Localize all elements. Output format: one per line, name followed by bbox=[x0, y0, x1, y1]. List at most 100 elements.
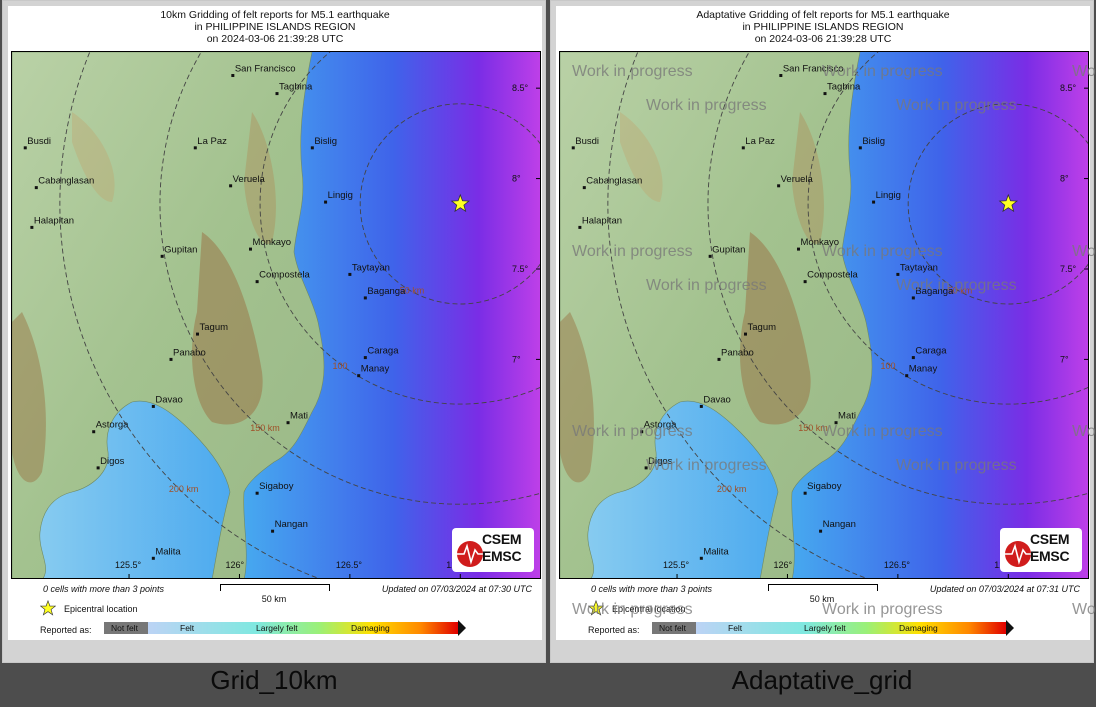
place-label: Mati bbox=[290, 411, 308, 422]
shaded-relief-map: 50 km 100 150 km 200 km San Francisco Tagbina… bbox=[559, 51, 1089, 579]
epicentral-label: Epicentral location bbox=[64, 604, 138, 614]
title-line-1: 10km Gridding of felt reports for M5.1 e… bbox=[160, 9, 390, 21]
place-label: Cabanglasan bbox=[586, 176, 642, 187]
place-label: Astorga bbox=[96, 420, 129, 431]
place-label: Baganga bbox=[915, 286, 954, 297]
place-label: Tagbina bbox=[279, 82, 313, 93]
place-label: Lingig bbox=[328, 190, 353, 201]
place-label: Sigaboy bbox=[259, 481, 294, 492]
legend-gradient-swatch bbox=[148, 622, 458, 634]
map-title: Adaptative Gridding of felt reports for … bbox=[556, 9, 1090, 45]
legend-damaging: Damaging bbox=[351, 623, 390, 633]
star-icon bbox=[40, 600, 56, 616]
place-label: Halapitan bbox=[34, 215, 74, 226]
updated-timestamp: Updated on 07/03/2024 at 07:31 UTC bbox=[929, 584, 1080, 594]
place-label: Davao bbox=[155, 394, 182, 405]
place-label: Compostela bbox=[259, 270, 310, 281]
place-label: Nangan bbox=[275, 519, 308, 530]
logo-line-1: CSEM bbox=[1030, 531, 1070, 547]
lon-tick-label: 126.5° bbox=[336, 560, 363, 570]
place-label: Taytayan bbox=[352, 262, 390, 273]
place-label: Caraga bbox=[915, 346, 947, 357]
lon-tick-label: 126° bbox=[773, 560, 792, 570]
caption-adaptative-grid: Adaptative_grid bbox=[731, 665, 913, 695]
distance-ring-label: 200 km bbox=[717, 484, 747, 494]
map-canvas: 50 km100150 km200 kmSan FranciscoTagbina… bbox=[560, 52, 1088, 578]
place-label: La Paz bbox=[745, 136, 775, 147]
lat-tick-label: 8.5° bbox=[512, 83, 529, 93]
distance-ring-label: 150 km bbox=[798, 423, 828, 433]
place-label: Digos bbox=[648, 456, 673, 467]
scale-label: 50 km bbox=[809, 594, 835, 604]
place-label: Tagbina bbox=[827, 82, 861, 93]
legend-not-felt: Not felt bbox=[659, 623, 686, 633]
lat-tick-label: 8.5° bbox=[1060, 83, 1077, 93]
place-label: Monkayo bbox=[253, 237, 292, 248]
logo-line-2: EMSC bbox=[1030, 548, 1070, 564]
lat-tick-label: 7° bbox=[1060, 354, 1069, 364]
place-label: Veruela bbox=[233, 174, 266, 185]
cells-note: 0 cells with more than 3 points bbox=[591, 584, 713, 594]
lat-tick-label: 7° bbox=[512, 354, 521, 364]
updated-timestamp: Updated on 07/03/2024 at 07:30 UTC bbox=[381, 584, 532, 594]
place-label: San Francisco bbox=[783, 64, 844, 75]
lat-tick-label: 8° bbox=[1060, 174, 1069, 184]
place-label: Gupitan bbox=[164, 244, 197, 255]
star-icon bbox=[588, 600, 604, 616]
place-label: Tagum bbox=[200, 322, 229, 333]
legend-felt: Felt bbox=[728, 623, 743, 633]
lon-tick-label: 126.5° bbox=[884, 560, 911, 570]
place-label: Digos bbox=[100, 456, 125, 467]
place-label: Astorga bbox=[644, 420, 677, 431]
caption-grid-10km: Grid_10km bbox=[210, 665, 338, 695]
place-label: San Francisco bbox=[235, 64, 296, 75]
scale-bar bbox=[220, 584, 330, 591]
title-line-2: in PHILIPPINE ISLANDS REGION bbox=[742, 21, 904, 33]
place-label: Taytayan bbox=[900, 262, 938, 273]
csem-emsc-logo: CSEM EMSC bbox=[452, 528, 534, 572]
distance-ring-label: 150 km bbox=[250, 423, 280, 433]
place-label: Manay bbox=[361, 364, 390, 375]
place-label: Davao bbox=[703, 394, 730, 405]
lat-tick-label: 7.5° bbox=[1060, 264, 1077, 274]
legend-largely-felt: Largely felt bbox=[804, 623, 846, 633]
title-line-3: on 2024-03-06 21:39:28 UTC bbox=[206, 33, 344, 45]
legend-felt: Felt bbox=[180, 623, 195, 633]
place-label: Sigaboy bbox=[807, 481, 842, 492]
place-label: Bislig bbox=[862, 136, 885, 147]
legend-arrow bbox=[458, 620, 466, 636]
place-label: Mati bbox=[838, 411, 856, 422]
legend-arrow bbox=[1006, 620, 1014, 636]
place-label: Panabo bbox=[721, 347, 754, 358]
map-sheet: 10km Gridding of felt reports for M5.1 e… bbox=[8, 6, 542, 640]
csem-emsc-logo: CSEM EMSC bbox=[1000, 528, 1082, 572]
place-label: Manay bbox=[909, 364, 938, 375]
place-label: Nangan bbox=[823, 519, 856, 530]
legend-damaging: Damaging bbox=[899, 623, 938, 633]
reported-label: Reported as: bbox=[588, 625, 640, 635]
place-label: Malita bbox=[155, 546, 181, 557]
place-label: Busdi bbox=[575, 136, 599, 147]
distance-ring-label: 200 km bbox=[169, 484, 199, 494]
shaded-relief-map: 50 km 100 150 km 200 km San Francisco Tagbina… bbox=[11, 51, 541, 579]
legend-not-felt: Not felt bbox=[111, 623, 138, 633]
place-label: Gupitan bbox=[712, 244, 745, 255]
cells-note: 0 cells with more than 3 points bbox=[43, 584, 165, 594]
title-line-2: in PHILIPPINE ISLANDS REGION bbox=[194, 21, 356, 33]
place-label: Monkayo bbox=[801, 237, 840, 248]
place-label: La Paz bbox=[197, 136, 227, 147]
place-label: Halapitan bbox=[582, 215, 622, 226]
place-label: Panabo bbox=[173, 347, 206, 358]
title-line-1: Adaptative Gridding of felt reports for … bbox=[696, 9, 950, 21]
legend-largely-felt: Largely felt bbox=[256, 623, 298, 633]
place-label: Veruela bbox=[781, 174, 814, 185]
place-label: Compostela bbox=[807, 270, 858, 281]
place-label: Busdi bbox=[27, 136, 51, 147]
map-canvas: 50 km100150 km200 kmSan FranciscoTagbina… bbox=[12, 52, 540, 578]
map-sheet: Adaptative Gridding of felt reports for … bbox=[556, 6, 1096, 640]
panel-adaptative-grid: Adaptative Gridding of felt reports for … bbox=[550, 0, 1096, 663]
place-label: Malita bbox=[703, 546, 729, 557]
panel-grid-10km: 10km Gridding of felt reports for M5.1 e… bbox=[2, 0, 546, 663]
scale-bar bbox=[768, 584, 878, 591]
place-label: Cabanglasan bbox=[38, 176, 94, 187]
